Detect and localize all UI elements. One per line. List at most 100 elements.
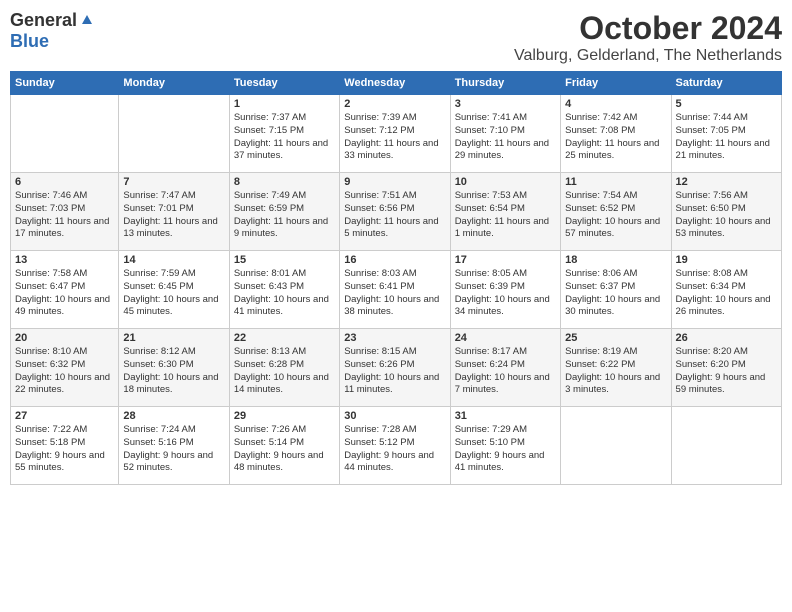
calendar-cell: 24 Sunrise: 8:17 AM Sunset: 6:24 PM Dayli… bbox=[450, 329, 560, 407]
day-info: Sunrise: 8:08 AM Sunset: 6:34 PM Dayligh… bbox=[676, 268, 777, 319]
day-number: 31 bbox=[455, 410, 556, 422]
calendar-body: 1 Sunrise: 7:37 AM Sunset: 7:15 PM Daylig… bbox=[11, 95, 782, 485]
logo: General Blue bbox=[10, 10, 96, 52]
day-number: 30 bbox=[344, 410, 445, 422]
day-info: Sunrise: 7:22 AM Sunset: 5:18 PM Dayligh… bbox=[15, 424, 114, 475]
calendar-header: SundayMondayTuesdayWednesdayThursdayFrid… bbox=[11, 72, 782, 95]
calendar-table: SundayMondayTuesdayWednesdayThursdayFrid… bbox=[10, 71, 782, 485]
day-info: Sunrise: 8:03 AM Sunset: 6:41 PM Dayligh… bbox=[344, 268, 445, 319]
calendar-cell: 2 Sunrise: 7:39 AM Sunset: 7:12 PM Daylig… bbox=[340, 95, 450, 173]
calendar-cell bbox=[561, 407, 671, 485]
header-row: SundayMondayTuesdayWednesdayThursdayFrid… bbox=[11, 72, 782, 95]
calendar-week-3: 13Sunrise: 7:58 AM Sunset: 6:47 PM Dayli… bbox=[11, 251, 782, 329]
day-number: 28 bbox=[123, 410, 224, 422]
day-info: Sunrise: 8:15 AM Sunset: 6:26 PM Dayligh… bbox=[344, 346, 445, 397]
day-info: Sunrise: 7:42 AM Sunset: 7:08 PM Dayligh… bbox=[565, 112, 666, 163]
calendar-cell: 19 Sunrise: 8:08 AM Sunset: 6:34 PM Dayli… bbox=[671, 251, 781, 329]
day-number: 5 bbox=[676, 98, 777, 110]
day-info: Sunrise: 8:05 AM Sunset: 6:39 PM Dayligh… bbox=[455, 268, 556, 319]
day-number: 22 bbox=[234, 332, 335, 344]
calendar-cell: 30Sunrise: 7:28 AM Sunset: 5:12 PM Dayli… bbox=[340, 407, 450, 485]
calendar-week-1: 1 Sunrise: 7:37 AM Sunset: 7:15 PM Daylig… bbox=[11, 95, 782, 173]
logo-triangle-icon bbox=[78, 10, 96, 28]
day-info: Sunrise: 8:10 AM Sunset: 6:32 PM Dayligh… bbox=[15, 346, 114, 397]
calendar-cell: 28Sunrise: 7:24 AM Sunset: 5:16 PM Dayli… bbox=[119, 407, 229, 485]
title-section: October 2024 Valburg, Gelderland, The Ne… bbox=[514, 10, 782, 65]
column-header-sunday: Sunday bbox=[11, 72, 119, 95]
calendar-cell: 7 Sunrise: 7:47 AM Sunset: 7:01 PM Daylig… bbox=[119, 173, 229, 251]
calendar-cell: 31 Sunrise: 7:29 AM Sunset: 5:10 PM Dayli… bbox=[450, 407, 560, 485]
calendar-cell: 20 Sunrise: 8:10 AM Sunset: 6:32 PM Dayli… bbox=[11, 329, 119, 407]
month-title: October 2024 bbox=[514, 10, 782, 47]
calendar-week-5: 27 Sunrise: 7:22 AM Sunset: 5:18 PM Dayli… bbox=[11, 407, 782, 485]
day-info: Sunrise: 7:51 AM Sunset: 6:56 PM Dayligh… bbox=[344, 190, 445, 241]
day-number: 24 bbox=[455, 332, 556, 344]
day-number: 18 bbox=[565, 254, 666, 266]
calendar-cell: 22 Sunrise: 8:13 AM Sunset: 6:28 PM Dayli… bbox=[229, 329, 339, 407]
day-info: Sunrise: 7:49 AM Sunset: 6:59 PM Dayligh… bbox=[234, 190, 335, 241]
calendar-cell: 8Sunrise: 7:49 AM Sunset: 6:59 PM Daylig… bbox=[229, 173, 339, 251]
column-header-saturday: Saturday bbox=[671, 72, 781, 95]
day-number: 3 bbox=[455, 98, 556, 110]
day-number: 7 bbox=[123, 176, 224, 188]
day-info: Sunrise: 7:54 AM Sunset: 6:52 PM Dayligh… bbox=[565, 190, 666, 241]
day-info: Sunrise: 7:47 AM Sunset: 7:01 PM Dayligh… bbox=[123, 190, 224, 241]
column-header-tuesday: Tuesday bbox=[229, 72, 339, 95]
calendar-cell: 14 Sunrise: 7:59 AM Sunset: 6:45 PM Dayli… bbox=[119, 251, 229, 329]
day-number: 17 bbox=[455, 254, 556, 266]
day-number: 9 bbox=[344, 176, 445, 188]
calendar-cell: 21Sunrise: 8:12 AM Sunset: 6:30 PM Dayli… bbox=[119, 329, 229, 407]
day-info: Sunrise: 7:59 AM Sunset: 6:45 PM Dayligh… bbox=[123, 268, 224, 319]
column-header-wednesday: Wednesday bbox=[340, 72, 450, 95]
calendar-cell bbox=[119, 95, 229, 173]
calendar-cell: 15Sunrise: 8:01 AM Sunset: 6:43 PM Dayli… bbox=[229, 251, 339, 329]
calendar-cell: 29Sunrise: 7:26 AM Sunset: 5:14 PM Dayli… bbox=[229, 407, 339, 485]
day-number: 27 bbox=[15, 410, 114, 422]
calendar-cell: 17 Sunrise: 8:05 AM Sunset: 6:39 PM Dayli… bbox=[450, 251, 560, 329]
calendar-cell: 1 Sunrise: 7:37 AM Sunset: 7:15 PM Daylig… bbox=[229, 95, 339, 173]
day-number: 1 bbox=[234, 98, 335, 110]
calendar-cell: 12 Sunrise: 7:56 AM Sunset: 6:50 PM Dayli… bbox=[671, 173, 781, 251]
column-header-friday: Friday bbox=[561, 72, 671, 95]
day-info: Sunrise: 7:37 AM Sunset: 7:15 PM Dayligh… bbox=[234, 112, 335, 163]
calendar-cell: 27 Sunrise: 7:22 AM Sunset: 5:18 PM Dayli… bbox=[11, 407, 119, 485]
day-number: 11 bbox=[565, 176, 666, 188]
calendar-cell: 11 Sunrise: 7:54 AM Sunset: 6:52 PM Dayli… bbox=[561, 173, 671, 251]
calendar-cell: 6 Sunrise: 7:46 AM Sunset: 7:03 PM Daylig… bbox=[11, 173, 119, 251]
calendar-cell: 3 Sunrise: 7:41 AM Sunset: 7:10 PM Daylig… bbox=[450, 95, 560, 173]
day-number: 29 bbox=[234, 410, 335, 422]
calendar-cell: 10Sunrise: 7:53 AM Sunset: 6:54 PM Dayli… bbox=[450, 173, 560, 251]
logo-general-text: General bbox=[10, 10, 77, 31]
day-info: Sunrise: 8:01 AM Sunset: 6:43 PM Dayligh… bbox=[234, 268, 335, 319]
day-number: 16 bbox=[344, 254, 445, 266]
day-info: Sunrise: 7:44 AM Sunset: 7:05 PM Dayligh… bbox=[676, 112, 777, 163]
day-number: 20 bbox=[15, 332, 114, 344]
day-number: 19 bbox=[676, 254, 777, 266]
calendar-cell bbox=[11, 95, 119, 173]
calendar-cell: 26Sunrise: 8:20 AM Sunset: 6:20 PM Dayli… bbox=[671, 329, 781, 407]
day-number: 4 bbox=[565, 98, 666, 110]
day-number: 6 bbox=[15, 176, 114, 188]
logo-blue-text: Blue bbox=[10, 31, 49, 51]
day-info: Sunrise: 7:56 AM Sunset: 6:50 PM Dayligh… bbox=[676, 190, 777, 241]
day-number: 12 bbox=[676, 176, 777, 188]
day-info: Sunrise: 7:39 AM Sunset: 7:12 PM Dayligh… bbox=[344, 112, 445, 163]
calendar-cell: 9 Sunrise: 7:51 AM Sunset: 6:56 PM Daylig… bbox=[340, 173, 450, 251]
day-number: 26 bbox=[676, 332, 777, 344]
day-info: Sunrise: 8:12 AM Sunset: 6:30 PM Dayligh… bbox=[123, 346, 224, 397]
day-info: Sunrise: 8:19 AM Sunset: 6:22 PM Dayligh… bbox=[565, 346, 666, 397]
day-info: Sunrise: 7:41 AM Sunset: 7:10 PM Dayligh… bbox=[455, 112, 556, 163]
day-info: Sunrise: 8:17 AM Sunset: 6:24 PM Dayligh… bbox=[455, 346, 556, 397]
calendar-cell: 5 Sunrise: 7:44 AM Sunset: 7:05 PM Daylig… bbox=[671, 95, 781, 173]
day-number: 13 bbox=[15, 254, 114, 266]
calendar-cell: 4 Sunrise: 7:42 AM Sunset: 7:08 PM Daylig… bbox=[561, 95, 671, 173]
day-number: 14 bbox=[123, 254, 224, 266]
day-info: Sunrise: 7:29 AM Sunset: 5:10 PM Dayligh… bbox=[455, 424, 556, 475]
calendar-cell: 23Sunrise: 8:15 AM Sunset: 6:26 PM Dayli… bbox=[340, 329, 450, 407]
day-info: Sunrise: 8:13 AM Sunset: 6:28 PM Dayligh… bbox=[234, 346, 335, 397]
calendar-cell: 16 Sunrise: 8:03 AM Sunset: 6:41 PM Dayli… bbox=[340, 251, 450, 329]
column-header-monday: Monday bbox=[119, 72, 229, 95]
calendar-cell bbox=[671, 407, 781, 485]
day-info: Sunrise: 7:46 AM Sunset: 7:03 PM Dayligh… bbox=[15, 190, 114, 241]
day-number: 2 bbox=[344, 98, 445, 110]
